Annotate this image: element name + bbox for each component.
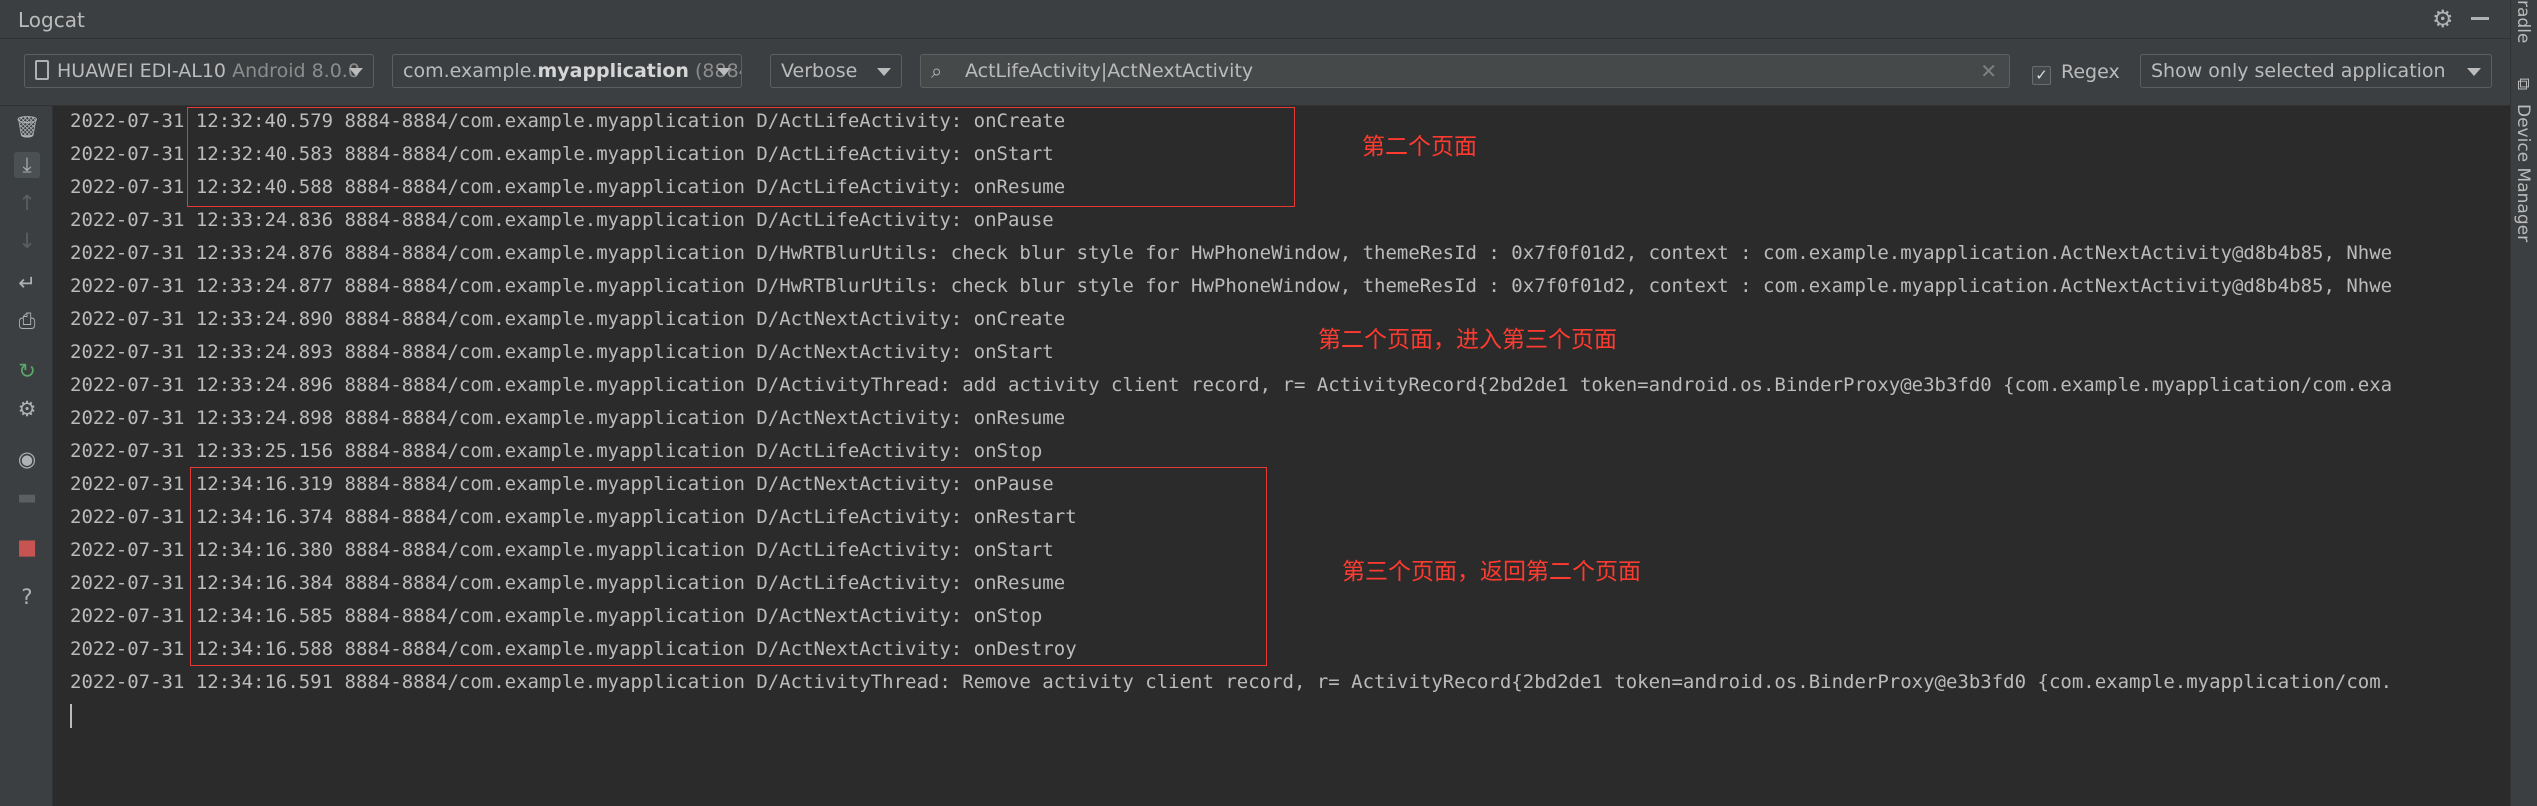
window-title: Logcat (18, 8, 85, 32)
annotation-return-second-page: 第三个页面，返回第二个页面 (1342, 559, 1641, 585)
log-line: 2022-07-31 12:34:16.591 8884-8884/com.ex… (70, 671, 2393, 693)
text-caret (70, 704, 72, 728)
print-icon[interactable]: ⎙ (14, 308, 40, 334)
log-line: 2022-07-31 12:33:24.836 8884-8884/com.ex… (70, 209, 1054, 231)
vertical-scrollbar[interactable] (2501, 106, 2510, 806)
help-icon[interactable]: ? (14, 584, 40, 610)
search-value: ActLifeActivity|ActNextActivity (965, 60, 1254, 82)
device-manager-icon[interactable]: ⧉ (2513, 78, 2533, 90)
checkbox-icon[interactable]: ✓ (2032, 66, 2051, 85)
right-tool-strip: radle ⧉ Device Manager (2510, 0, 2537, 806)
logcat-title-bar: Logcat ⚙ (0, 0, 2510, 39)
gear-icon[interactable]: ⚙ (2432, 5, 2454, 33)
log-line: 2022-07-31 12:33:24.877 8884-8884/com.ex… (70, 275, 2393, 297)
filter-selector[interactable]: Show only selected application (2140, 54, 2492, 88)
annotation-second-page: 第二个页面 (1362, 134, 1477, 160)
settings-icon[interactable]: ⚙ (14, 396, 40, 422)
log-line: 2022-07-31 12:33:24.890 8884-8884/com.ex… (70, 308, 1066, 330)
down-arrow-icon[interactable]: ↓ (14, 228, 40, 254)
log-output[interactable]: 2022-07-31 12:32:40.579 8884-8884/com.ex… (53, 106, 2501, 806)
clear-icon[interactable]: ✕ (1980, 55, 1997, 87)
minimize-icon[interactable] (2471, 17, 2489, 20)
log-line: 2022-07-31 12:33:24.893 8884-8884/com.ex… (70, 341, 1054, 363)
search-icon[interactable]: ⌕ (931, 55, 942, 87)
log-line: 2022-07-31 12:33:24.876 8884-8884/com.ex… (70, 242, 2393, 264)
annotation-box-return-second-page (190, 467, 1267, 666)
process-name: myapplication (537, 60, 689, 82)
log-level-selector[interactable]: Verbose (770, 54, 902, 88)
annotation-box-second-page (187, 107, 1295, 207)
chevron-down-icon (877, 68, 891, 76)
log-line: 2022-07-31 12:33:24.896 8884-8884/com.ex… (70, 374, 2393, 396)
device-name: HUAWEI EDI-AL10 (57, 60, 227, 82)
up-arrow-icon[interactable]: ↑ (14, 190, 40, 216)
logcat-side-toolbar: 🗑 ⤓ ↑ ↓ ↵ ⎙ ↻ ⚙ ◉ ▬ ■ ? (0, 106, 53, 806)
log-level-value: Verbose (781, 60, 858, 82)
process-selector[interactable]: com.example.myapplication (8884) (392, 54, 742, 88)
chevron-down-icon (717, 68, 731, 76)
device-version: Android 8.0.0 (232, 60, 360, 82)
process-prefix: com.example. (403, 60, 538, 82)
screenshot-icon[interactable]: ◉ (14, 446, 40, 472)
annotation-enter-third-page: 第二个页面，进入第三个页面 (1318, 327, 1617, 353)
soft-wrap-icon[interactable]: ↵ (14, 270, 40, 296)
search-input[interactable]: ⌕ ActLifeActivity|ActNextActivity ✕ (920, 54, 2010, 88)
chevron-down-icon (2467, 68, 2481, 76)
screen-record-icon[interactable]: ▬ (14, 484, 40, 510)
restart-icon[interactable]: ↻ (14, 358, 40, 384)
gradle-tab[interactable]: radle (2513, 0, 2533, 43)
phone-icon (35, 60, 49, 80)
log-line: 2022-07-31 12:33:25.156 8884-8884/com.ex… (70, 440, 1043, 462)
chevron-down-icon (349, 68, 363, 76)
regex-label: Regex (2061, 61, 2120, 83)
scroll-to-end-icon[interactable]: ⤓ (14, 152, 40, 178)
filter-value: Show only selected application (2151, 60, 2446, 82)
regex-checkbox[interactable]: ✓ Regex (2032, 61, 2120, 85)
device-selector[interactable]: HUAWEI EDI-AL10 Android 8.0.0 (24, 54, 374, 88)
stop-icon[interactable]: ■ (14, 534, 40, 560)
log-line: 2022-07-31 12:33:24.898 8884-8884/com.ex… (70, 407, 1066, 429)
logcat-toolbar: HUAWEI EDI-AL10 Android 8.0.0 com.exampl… (0, 39, 2510, 106)
device-manager-tab[interactable]: Device Manager (2513, 104, 2533, 242)
trash-icon[interactable]: 🗑 (14, 114, 41, 140)
